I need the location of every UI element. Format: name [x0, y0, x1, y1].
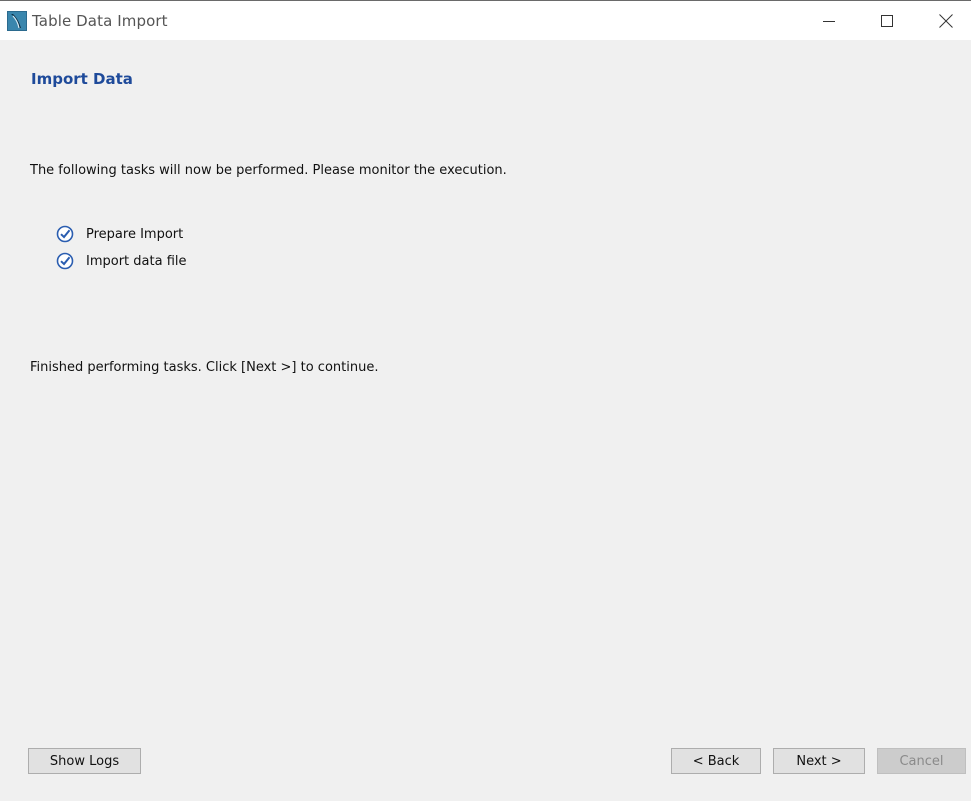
close-icon — [939, 13, 953, 28]
close-button[interactable] — [917, 1, 971, 40]
page-description: The following tasks will now be performe… — [30, 163, 507, 178]
window-title: Table Data Import — [32, 12, 168, 30]
show-logs-button[interactable]: Show Logs — [28, 748, 141, 774]
page-heading: Import Data — [31, 70, 133, 88]
task-item-prepare-import: Prepare Import — [56, 224, 183, 244]
check-circle-icon — [56, 225, 74, 243]
task-label: Import data file — [86, 253, 187, 269]
status-message: Finished performing tasks. Click [Next >… — [30, 360, 379, 375]
table-data-import-window: Table Data Import Import Data The follow… — [0, 0, 971, 801]
back-button[interactable]: < Back — [671, 748, 761, 774]
task-label: Prepare Import — [86, 226, 184, 242]
cancel-button[interactable]: Cancel — [877, 748, 966, 774]
task-item-import-data-file: Import data file — [56, 251, 187, 271]
check-circle-icon — [56, 252, 74, 270]
next-button[interactable]: Next > — [773, 748, 865, 774]
minimize-button[interactable] — [800, 1, 858, 40]
minimize-icon — [823, 20, 835, 22]
maximize-button[interactable] — [858, 1, 916, 40]
app-icon — [7, 11, 27, 31]
title-bar[interactable]: Table Data Import — [0, 0, 971, 40]
maximize-icon — [881, 14, 893, 27]
